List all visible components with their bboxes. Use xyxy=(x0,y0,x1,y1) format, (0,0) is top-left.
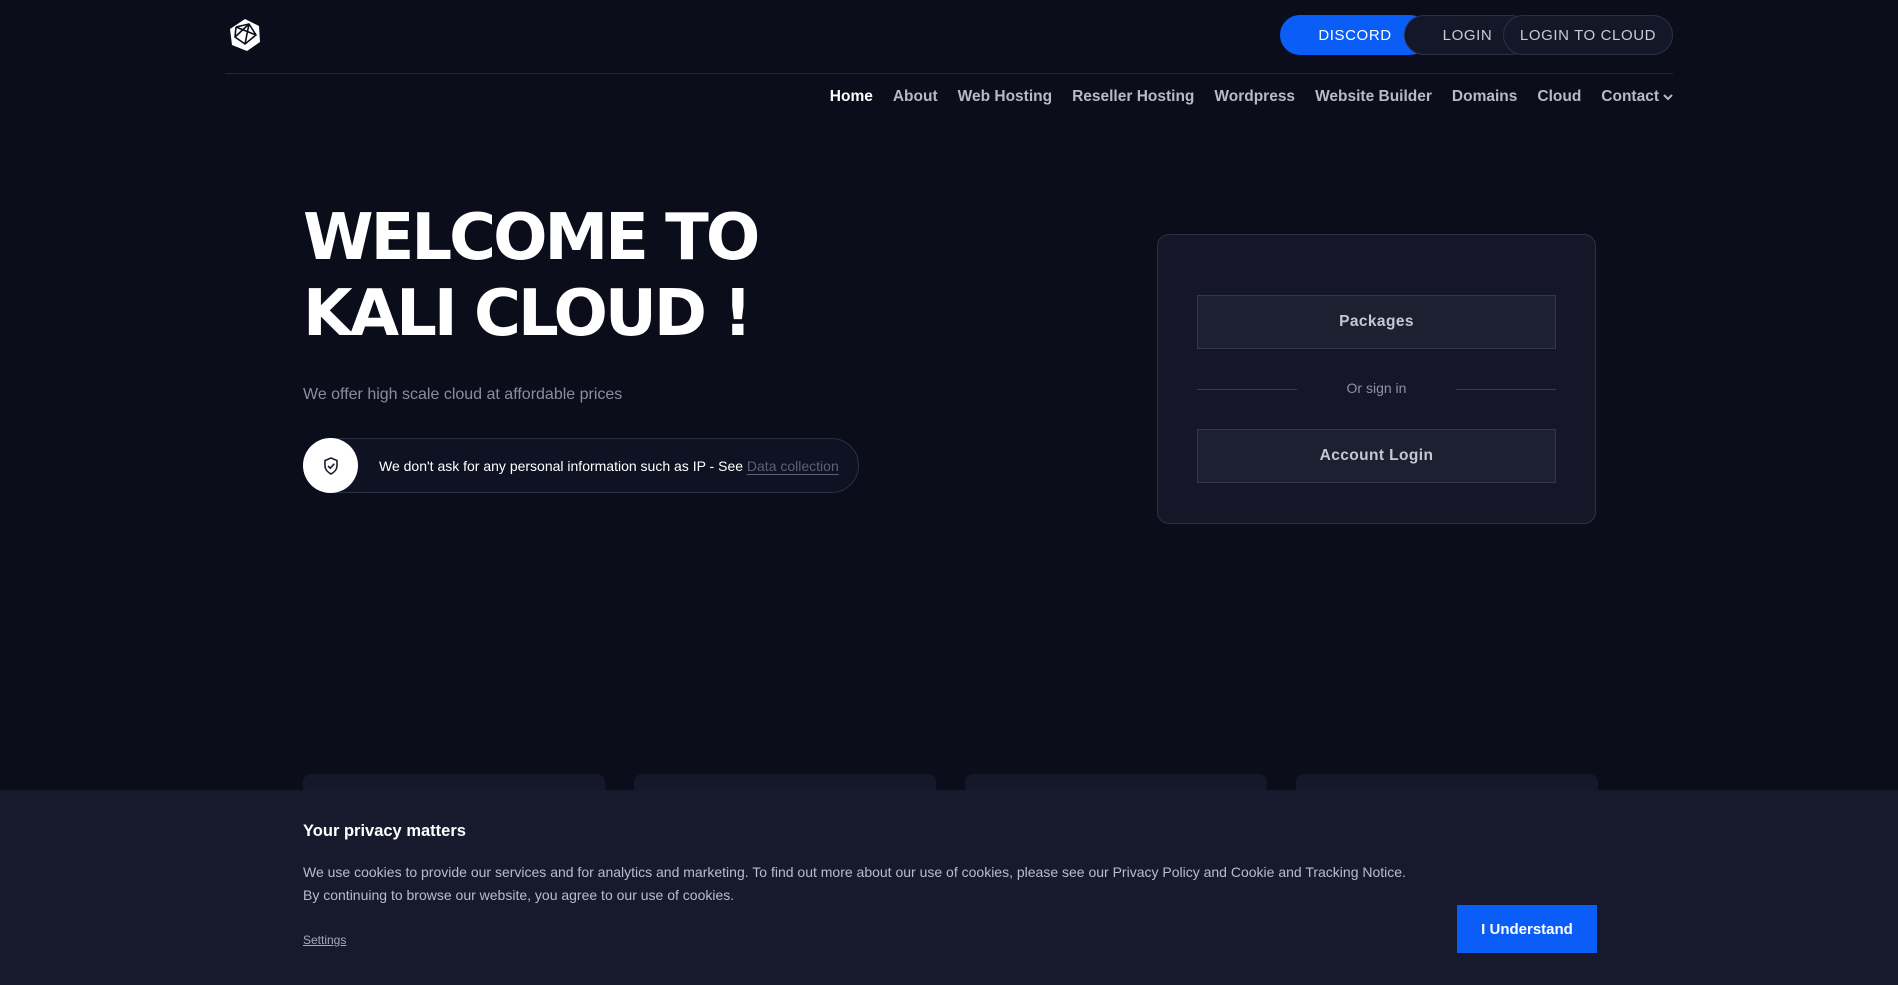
title-line-1: WELCOME TO xyxy=(303,201,760,275)
nav-item-reseller-hosting[interactable]: Reseller Hosting xyxy=(1072,88,1194,106)
privacy-notice-pill: We don't ask for any personal informatio… xyxy=(303,438,859,493)
divider-line-right xyxy=(1456,389,1556,390)
nav-item-domains[interactable]: Domains xyxy=(1452,88,1517,106)
cookie-text: We use cookies to provide our services a… xyxy=(303,861,1463,907)
nav-item-about[interactable]: About xyxy=(893,88,938,106)
nav-item-website-builder[interactable]: Website Builder xyxy=(1315,88,1432,106)
privacy-notice-text: We don't ask for any personal informatio… xyxy=(379,458,839,474)
data-collection-link[interactable]: Data collection xyxy=(747,458,839,474)
top-bar: DISCORD LOGIN LOGIN TO CLOUD xyxy=(225,0,1673,74)
account-login-button[interactable]: Account Login xyxy=(1197,429,1556,483)
hero-subtitle: We offer high scale cloud at affordable … xyxy=(303,386,623,403)
cookie-settings-link[interactable]: Settings xyxy=(303,933,346,947)
cookie-text-line-2: By continuing to browse our website, you… xyxy=(303,887,735,903)
nav-item-contact-label: Contact xyxy=(1601,88,1659,105)
nav-item-wordpress[interactable]: Wordpress xyxy=(1214,88,1295,106)
divider-label: Or sign in xyxy=(1346,380,1407,396)
shield-icon xyxy=(303,438,358,493)
i-understand-button[interactable]: I Understand xyxy=(1457,905,1597,953)
page-title: WELCOME TO KALI CLOUD ! xyxy=(303,200,863,352)
main-nav: Home About Web Hosting Reseller Hosting … xyxy=(810,88,1673,106)
packages-button[interactable]: Packages xyxy=(1197,295,1556,349)
or-sign-in-divider: Or sign in xyxy=(1197,379,1556,399)
nav-item-contact[interactable]: Contact xyxy=(1601,88,1673,106)
nav-item-cloud[interactable]: Cloud xyxy=(1537,88,1581,106)
notice-message: We don't ask for any personal informatio… xyxy=(379,457,744,474)
nav-item-home[interactable]: Home xyxy=(830,88,873,106)
nav-item-web-hosting[interactable]: Web Hosting xyxy=(958,88,1052,106)
chevron-down-icon xyxy=(1663,88,1673,106)
polyhedron-logo-icon[interactable] xyxy=(227,17,263,53)
cookie-title: Your privacy matters xyxy=(303,822,466,840)
cookie-text-line-1: We use cookies to provide our services a… xyxy=(303,864,1406,880)
title-line-2: KALI CLOUD ! xyxy=(303,277,752,351)
login-to-cloud-button[interactable]: LOGIN TO CLOUD xyxy=(1503,15,1673,55)
cookie-banner: Your privacy matters We use cookies to p… xyxy=(0,790,1898,985)
login-card: Packages Or sign in Account Login xyxy=(1157,234,1596,524)
